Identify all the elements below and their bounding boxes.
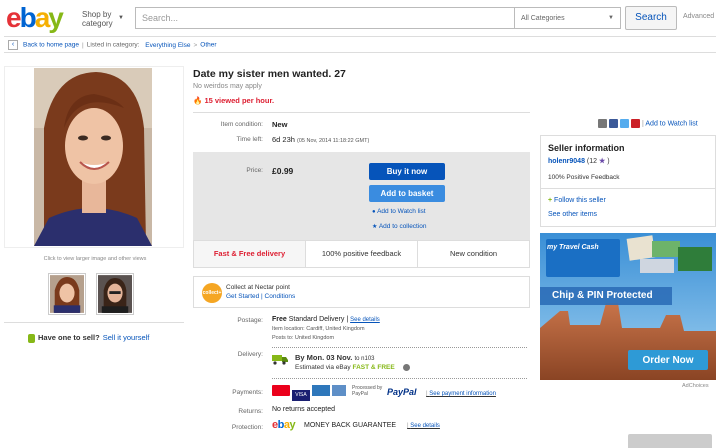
search-input[interactable]: Search... (135, 7, 515, 29)
add-to-collection-button[interactable]: ★ Add to collection (372, 223, 427, 230)
sell-prompt: Have one to sell? Sell it yourself (28, 333, 149, 343)
image-caption: Click to view larger image and other vie… (43, 256, 147, 262)
time-left-value: 6d 23h (05 Nov, 2014 11:18:22 GMT) (272, 135, 370, 144)
main-photo[interactable] (34, 68, 152, 246)
flame-icon: 🔥 (193, 96, 203, 105)
amex-icon (312, 385, 330, 396)
condition-value: New (272, 120, 288, 129)
item-title: Date my sister men wanted. 27 (193, 68, 346, 80)
pinterest-icon[interactable] (631, 119, 640, 128)
chevron-down-icon: ▼ (118, 15, 124, 21)
eye-icon: ● (372, 209, 376, 215)
postage-see-details-link[interactable]: See details (350, 317, 380, 323)
star-icon: ★ (372, 224, 378, 230)
feature-badges: Fast & Free delivery 100% positive feedb… (193, 240, 530, 268)
seller-feedback: 100% Positive Feedback (548, 174, 620, 181)
buy-it-now-button[interactable]: Buy it now (369, 163, 445, 180)
delivery-estimate: Estimated via eBay FAST & FREE (295, 364, 410, 371)
condition-label: Item condition: (220, 121, 263, 128)
share-and-watch: | Add to Watch list (598, 119, 698, 128)
chevron-left-icon[interactable]: ‹ (8, 40, 18, 50)
add-to-basket-button[interactable]: Add to basket (369, 185, 445, 202)
info-icon[interactable] (402, 364, 410, 371)
shop-by-category[interactable]: Shop by category ▼ (82, 10, 124, 28)
breadcrumb-subcategory[interactable]: Other (200, 42, 216, 49)
badge-positive-feedback: 100% positive feedback (306, 241, 418, 267)
returns-label: Returns: (238, 408, 263, 415)
thumbnail-2[interactable] (96, 273, 134, 315)
posts-to: Posts to: United Kingdom (272, 335, 335, 341)
price-label: Price: (246, 167, 263, 174)
add-to-watch-list-button[interactable]: ● Add to Watch list (372, 208, 426, 215)
collect-plus-box: collect+ Collect at Nectar point Get Sta… (193, 276, 530, 308)
badge-fast-free-delivery: Fast & Free delivery (194, 241, 306, 267)
time-left-label: Time left: (236, 136, 264, 143)
feedback-tab[interactable] (628, 434, 712, 448)
delivery-date: By Mon. 03 Nov. to n103 (295, 353, 375, 362)
divider (272, 378, 527, 379)
facebook-icon[interactable] (609, 119, 618, 128)
sell-tag-icon (28, 333, 35, 343)
category-select[interactable]: All Categories ▼ (515, 7, 621, 29)
advanced-search-link[interactable]: Advanced (683, 13, 714, 20)
protection-label: Protection: (231, 424, 263, 431)
postage-value: Free Standard Delivery | See details (272, 316, 380, 323)
payment-info-link[interactable]: | See payment information (426, 391, 496, 397)
collect-plus-logo: collect+ (202, 283, 222, 303)
breadcrumb-category[interactable]: Everything Else (145, 42, 190, 49)
star-icon: ★ (599, 158, 606, 165)
chevron-down-icon: ▼ (608, 15, 614, 21)
divider (193, 112, 530, 113)
seller-information-box: Seller information holenr9048 (12 ★ ) 10… (540, 135, 716, 227)
back-link[interactable]: Back to home page (23, 42, 79, 49)
price-value: £0.99 (272, 166, 294, 176)
processed-by-paypal: Processed by PayPal (352, 385, 383, 397)
divider (4, 322, 184, 323)
viewed-per-hour: 🔥 15 viewed per hour. (193, 96, 275, 105)
paypal-logo: PayPal (387, 387, 417, 397)
ad-banner-text: Chip & PIN Protected (552, 290, 653, 301)
add-to-watch-list-link[interactable]: Add to Watch list (645, 120, 697, 127)
ad-order-now-button[interactable]: Order Now (628, 351, 708, 371)
ad-brand: my Travel Cash (547, 244, 599, 251)
twitter-icon[interactable] (620, 119, 629, 128)
see-other-items-link[interactable]: See other items (548, 211, 597, 218)
truck-icon (272, 353, 288, 365)
ebay-protection-logo: ebay (272, 419, 296, 431)
item-subtitle: No weirdos may apply (193, 83, 262, 90)
collect-text: Collect at Nectar point (226, 284, 290, 291)
returns-value: No returns accepted (272, 406, 336, 413)
mastercard-icon (272, 385, 290, 396)
adchoices-link[interactable]: AdChoices (682, 383, 709, 389)
breadcrumb: ‹ Back to home page | Listed in category: E… (8, 40, 217, 50)
ebay-logo[interactable]: ebay (6, 3, 64, 33)
delivery-label: Delivery: (237, 351, 263, 358)
item-location: Item location: Cardiff, United Kingdom (272, 326, 365, 332)
email-icon[interactable] (598, 119, 607, 128)
divider (541, 188, 715, 189)
sell-it-yourself-link[interactable]: Sell it yourself (103, 333, 150, 342)
payments-label: Payments: (232, 389, 263, 396)
maestro-icon (332, 385, 346, 396)
badge-new-condition: New condition (449, 249, 498, 258)
collect-links[interactable]: Get Started | Conditions (226, 293, 295, 300)
follow-seller-link[interactable]: + Follow this seller (548, 197, 606, 204)
postage-label: Postage: (237, 317, 263, 324)
thumbnail-1[interactable] (48, 273, 86, 315)
buy-panel (193, 152, 530, 240)
search-button[interactable]: Search (625, 6, 677, 30)
payment-logos: VISA (272, 385, 346, 401)
seller-heading: Seller information (548, 143, 625, 153)
plus-icon: + (548, 197, 553, 204)
visa-icon: VISA (292, 390, 310, 401)
protection-see-details-link[interactable]: | See details (407, 423, 440, 429)
divider (272, 347, 527, 348)
seller-name[interactable]: holenr9048 (12 ★ ) (548, 157, 610, 165)
money-back-guarantee: MONEY BACK GUARANTEE (304, 422, 397, 429)
